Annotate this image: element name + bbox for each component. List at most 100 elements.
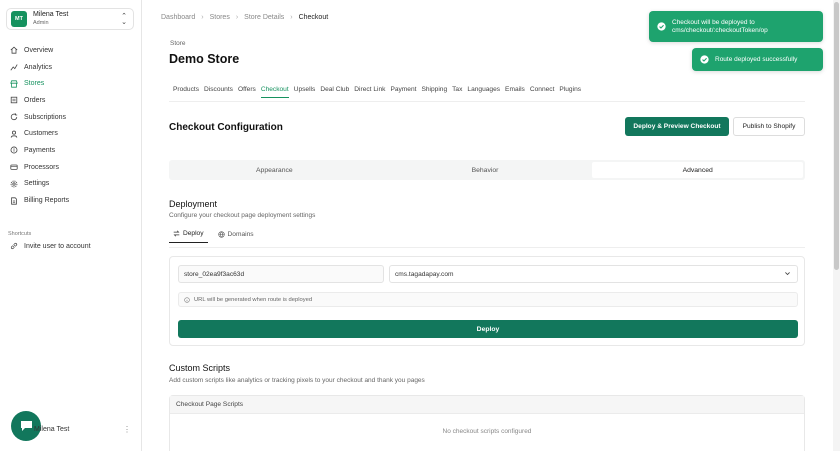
- report-icon: [10, 196, 18, 205]
- sidebar: MT Milena Test Admin ⌃ ⌄ Overview Analyti…: [0, 0, 142, 451]
- sidebar-nav: Overview Analytics Stores Orders Subscri…: [6, 42, 136, 209]
- publish-shopify-button[interactable]: Publish to Shopify: [733, 117, 805, 136]
- success-toast: Route deployed successfully: [692, 48, 823, 71]
- chart-icon: [10, 63, 18, 71]
- sidebar-item-label: Billing Reports: [24, 197, 70, 205]
- breadcrumb: Dashboard › Stores › Store Details › Che…: [161, 14, 328, 21]
- sidebar-item-analytics[interactable]: Analytics: [6, 59, 136, 76]
- shortcut-label: Invite user to account: [24, 242, 91, 250]
- tab-emails[interactable]: Emails: [505, 86, 525, 98]
- account-switcher[interactable]: MT Milena Test Admin ⌃ ⌄: [6, 8, 134, 30]
- user-name: Milena Test: [33, 11, 69, 18]
- page-title: Demo Store: [169, 52, 240, 66]
- store-label: Store: [170, 40, 186, 47]
- tab-deal-club[interactable]: Deal Club: [320, 86, 349, 98]
- breadcrumb-dashboard[interactable]: Dashboard: [161, 14, 195, 21]
- segment-appearance[interactable]: Appearance: [169, 160, 380, 180]
- processor-icon: [10, 163, 18, 171]
- bottom-user-name: Milena Test: [34, 426, 70, 433]
- tab-checkout[interactable]: Checkout: [260, 86, 289, 98]
- scrollbar-thumb[interactable]: [834, 2, 839, 270]
- store-tabs: Products Discounts Offers Checkout Upsel…: [173, 86, 586, 98]
- check-circle-icon: [657, 22, 666, 31]
- toast-message-path: cms/checkout/:checkoutToken/op: [672, 26, 768, 34]
- orders-icon: [10, 96, 18, 104]
- url-info: URL will be generated when route is depl…: [178, 292, 798, 307]
- tab-connect[interactable]: Connect: [530, 86, 555, 98]
- tab-languages[interactable]: Languages: [467, 86, 500, 98]
- shortcuts-heading: Shortcuts: [8, 231, 32, 237]
- refresh-icon: [10, 113, 18, 121]
- more-options-icon[interactable]: ⋮: [123, 425, 131, 434]
- subtab-deploy[interactable]: Deploy: [169, 230, 208, 243]
- card-icon: [10, 146, 18, 154]
- sidebar-item-label: Analytics: [24, 63, 53, 71]
- chevron-down-icon: [785, 272, 790, 276]
- breadcrumb-stores[interactable]: Stores: [210, 14, 230, 21]
- tab-payment[interactable]: Payment: [390, 86, 416, 98]
- sidebar-item-processors[interactable]: Processors: [6, 159, 136, 176]
- section-title: Checkout Configuration: [169, 122, 283, 133]
- sidebar-item-stores[interactable]: Stores: [6, 75, 136, 92]
- check-circle-icon: [700, 55, 709, 64]
- invite-user-shortcut[interactable]: Invite user to account: [10, 242, 91, 250]
- sidebar-item-orders[interactable]: Orders: [6, 92, 136, 109]
- tab-direct-link[interactable]: Direct Link: [354, 86, 385, 98]
- user-icon: [10, 130, 18, 138]
- sidebar-item-billing-reports[interactable]: Billing Reports: [6, 192, 136, 209]
- tab-offers[interactable]: Offers: [238, 86, 256, 98]
- store-icon: [10, 80, 18, 88]
- breadcrumb-separator: ›: [235, 14, 239, 21]
- config-segmented-control: Appearance Behavior Advanced: [169, 160, 805, 180]
- sidebar-item-settings[interactable]: Settings: [6, 176, 136, 193]
- sidebar-item-label: Payments: [24, 146, 56, 154]
- sidebar-item-label: Settings: [24, 180, 50, 188]
- user-role: Admin: [33, 20, 49, 26]
- sidebar-item-label: Processors: [24, 163, 60, 171]
- subtab-label: Domains: [227, 230, 254, 238]
- deployment-subtabs: Deploy Domains: [169, 230, 264, 243]
- subtab-domains[interactable]: Domains: [214, 230, 258, 243]
- breadcrumb-checkout: Checkout: [298, 14, 329, 21]
- globe-icon: [217, 230, 225, 238]
- segment-advanced[interactable]: Advanced: [592, 162, 804, 178]
- tab-shipping[interactable]: Shipping: [421, 86, 447, 98]
- tab-plugins[interactable]: Plugins: [559, 86, 581, 98]
- deploy-preview-button[interactable]: Deploy & Preview Checkout: [625, 117, 729, 136]
- deploy-button[interactable]: Deploy: [178, 320, 798, 338]
- toast-message: Route deployed successfully: [715, 55, 798, 63]
- deploy-card: store_02ea9f3ac63d cms.tagadapay.com URL…: [169, 256, 805, 346]
- table-header: Checkout Page Scripts: [170, 396, 804, 414]
- gear-icon: [10, 180, 18, 188]
- sidebar-item-subscriptions[interactable]: Subscriptions: [6, 109, 136, 126]
- breadcrumb-separator: ›: [290, 14, 293, 21]
- custom-scripts-subtitle: Add custom scripts like analytics or tra…: [169, 377, 425, 384]
- domain-select-value: cms.tagadapay.com: [395, 270, 454, 278]
- divider: [169, 247, 805, 248]
- custom-scripts-title: Custom Scripts: [169, 363, 231, 373]
- tab-products[interactable]: Products: [173, 86, 199, 98]
- deploy-toast: Checkout will be deployed to cms/checkou…: [649, 11, 823, 42]
- sidebar-item-label: Stores: [24, 80, 45, 88]
- domain-select[interactable]: cms.tagadapay.com: [389, 265, 798, 283]
- link-icon: [10, 242, 18, 250]
- breadcrumb-separator: ›: [201, 14, 204, 21]
- tab-upsells[interactable]: Upsells: [294, 86, 316, 98]
- store-id-field[interactable]: store_02ea9f3ac63d: [178, 265, 384, 283]
- url-info-text: URL will be generated when route is depl…: [194, 296, 313, 303]
- segment-behavior[interactable]: Behavior: [380, 160, 591, 180]
- sidebar-item-customers[interactable]: Customers: [6, 125, 136, 142]
- breadcrumb-store-details[interactable]: Store Details: [244, 14, 284, 21]
- sidebar-item-label: Orders: [24, 96, 46, 104]
- subtab-label: Deploy: [183, 230, 204, 237]
- divider: [169, 101, 805, 102]
- deployment-subtitle: Configure your checkout page deployment …: [169, 212, 316, 219]
- empty-state: No checkout scripts configured: [442, 428, 532, 435]
- info-icon: [184, 296, 190, 303]
- chat-icon: [20, 421, 32, 431]
- tab-discounts[interactable]: Discounts: [204, 86, 233, 98]
- sidebar-item-payments[interactable]: Payments: [6, 142, 136, 159]
- sidebar-item-overview[interactable]: Overview: [6, 42, 136, 59]
- sidebar-item-label: Overview: [24, 46, 54, 54]
- tab-tax[interactable]: Tax: [452, 86, 462, 98]
